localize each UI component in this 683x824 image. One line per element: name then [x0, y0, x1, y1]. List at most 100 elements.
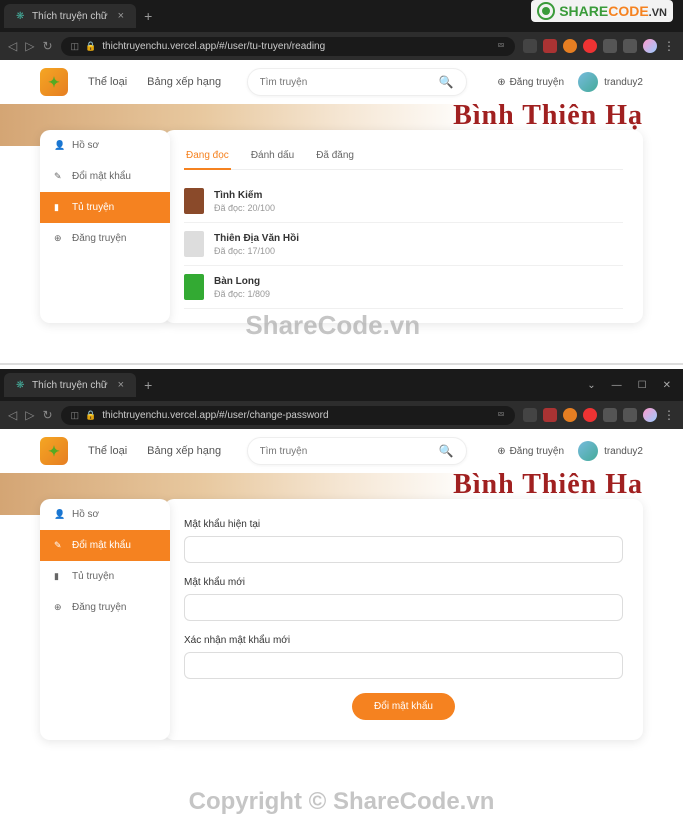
sidebar-item-password[interactable]: ✎Đổi mật khẩu — [40, 161, 170, 192]
search-icon[interactable]: 🔍 — [439, 75, 454, 89]
user-icon: 👤 — [54, 140, 64, 151]
sidebar-item-profile[interactable]: 👤Hồ sơ — [40, 130, 170, 161]
profile-icon[interactable] — [643, 408, 657, 422]
user-icon: 👤 — [54, 509, 64, 520]
browser-tab[interactable]: ❋ Thích truyện chữ × — [4, 373, 136, 397]
address-bar[interactable]: ◫ 🔒 thichtruyenchu.vercel.app/#/user/cha… — [61, 406, 515, 425]
watermark-logo: SHARECODE.VN — [531, 0, 673, 22]
new-password-input[interactable] — [184, 594, 623, 621]
extensions-menu-icon[interactable] — [623, 39, 637, 53]
sidebar-item-post[interactable]: ⊕Đăng truyện — [40, 223, 170, 254]
submit-button[interactable]: Đổi mật khẩu — [352, 693, 455, 720]
share-icon[interactable]: ⮹ — [497, 410, 505, 421]
book-icon: ▮ — [54, 202, 64, 213]
extension-icon[interactable] — [543, 39, 557, 53]
user-menu[interactable]: tranduy2 — [578, 72, 643, 92]
back-button[interactable]: ◁ — [8, 408, 17, 422]
search-input[interactable] — [260, 77, 439, 88]
menu-icon[interactable]: ⋮ — [663, 408, 675, 422]
favicon-icon: ❋ — [16, 11, 26, 21]
story-progress: Đã đọc: 1/809 — [214, 289, 623, 299]
post-story-link[interactable]: ⊕Đăng truyện — [497, 77, 564, 88]
story-progress: Đã đọc: 17/100 — [214, 246, 623, 256]
tab-title: Thích truyện chữ — [32, 11, 108, 22]
extension-icon[interactable] — [583, 39, 597, 53]
forward-button[interactable]: ▷ — [25, 39, 34, 53]
search-icon[interactable]: 🔍 — [439, 444, 454, 458]
extensions-menu-icon[interactable] — [623, 408, 637, 422]
sidebar-item-bookshelf[interactable]: ▮Tủ truyện — [40, 561, 170, 592]
nav-rankings[interactable]: Bảng xếp hạng — [147, 445, 221, 457]
extension-icon[interactable] — [563, 39, 577, 53]
main-panel: Đang đọc Đánh dấu Đã đăng Tình Kiếm Đã đ… — [164, 130, 643, 323]
extension-icon[interactable] — [523, 408, 537, 422]
story-title: Bàn Long — [214, 276, 623, 287]
extension-icon[interactable] — [523, 39, 537, 53]
sidebar-item-post[interactable]: ⊕Đăng truyện — [40, 592, 170, 623]
address-bar[interactable]: ◫ 🔒 thichtruyenchu.vercel.app/#/user/tu-… — [61, 37, 515, 56]
forward-button[interactable]: ▷ — [25, 408, 34, 422]
new-tab-button[interactable]: + — [144, 8, 152, 24]
menu-icon[interactable]: ⋮ — [663, 39, 675, 53]
browser-tab[interactable]: ❋ Thích truyện chữ × — [4, 4, 136, 28]
extension-icon[interactable] — [563, 408, 577, 422]
browser-toolbar: ◁ ▷ ↻ ◫ 🔒 thichtruyenchu.vercel.app/#/us… — [0, 401, 683, 429]
url-text: thichtruyenchu.vercel.app/#/user/tu-truy… — [102, 41, 491, 52]
tab-posted[interactable]: Đã đăng — [314, 144, 356, 169]
search-box[interactable]: 🔍 — [247, 68, 467, 96]
sidebar-item-bookshelf[interactable]: ▮Tủ truyện — [40, 192, 170, 223]
story-row[interactable]: Thiên Địa Văn Hồi Đã đọc: 17/100 — [184, 223, 623, 266]
pencil-icon: ✎ — [54, 171, 64, 182]
extension-icon[interactable] — [583, 408, 597, 422]
nav-categories[interactable]: Thể loại — [88, 445, 127, 457]
nav-categories[interactable]: Thể loại — [88, 76, 127, 88]
tab-bookmarked[interactable]: Đánh dấu — [249, 144, 296, 169]
screenshot-password: ❋ Thích truyện chữ × + ⌄ — ☐ ✕ ◁ ▷ ↻ ◫ 🔒… — [0, 363, 683, 770]
profile-icon[interactable] — [643, 39, 657, 53]
lock-icon: 🔒 — [85, 41, 96, 52]
label-current-password: Mật khẩu hiện tại — [184, 519, 623, 530]
pencil-icon: ✎ — [54, 540, 64, 551]
sidebar-item-profile[interactable]: 👤Hồ sơ — [40, 499, 170, 530]
book-icon: ▮ — [54, 571, 64, 582]
search-box[interactable]: 🔍 — [247, 437, 467, 465]
label-confirm-password: Xác nhận mật khẩu mới — [184, 635, 623, 646]
confirm-password-input[interactable] — [184, 652, 623, 679]
reload-button[interactable]: ↻ — [42, 408, 52, 422]
sidebar-item-password[interactable]: ✎Đổi mật khẩu — [40, 530, 170, 561]
nav-rankings[interactable]: Bảng xếp hạng — [147, 76, 221, 88]
post-story-link[interactable]: ⊕Đăng truyện — [497, 446, 564, 457]
upload-icon: ⊕ — [54, 602, 64, 613]
arc-icon[interactable]: ⌄ — [583, 378, 599, 393]
site-info-icon[interactable]: ◫ — [71, 41, 80, 52]
story-thumbnail — [184, 274, 204, 300]
close-tab-icon[interactable]: × — [118, 379, 124, 391]
site-logo[interactable]: ✦ — [40, 437, 68, 465]
site-info-icon[interactable]: ◫ — [71, 410, 80, 421]
current-password-input[interactable] — [184, 536, 623, 563]
sidebar: 👤Hồ sơ ✎Đổi mật khẩu ▮Tủ truyện ⊕Đăng tr… — [40, 130, 170, 323]
lock-icon: 🔒 — [85, 410, 96, 421]
story-progress: Đã đọc: 20/100 — [214, 203, 623, 213]
close-tab-icon[interactable]: × — [118, 10, 124, 22]
maximize-icon[interactable]: ☐ — [634, 378, 651, 393]
story-row[interactable]: Bàn Long Đã đọc: 1/809 — [184, 266, 623, 309]
close-icon[interactable]: ✕ — [659, 378, 675, 393]
extension-icon[interactable] — [603, 39, 617, 53]
back-button[interactable]: ◁ — [8, 39, 17, 53]
story-row[interactable]: Tình Kiếm Đã đọc: 20/100 — [184, 180, 623, 223]
browser-titlebar: ❋ Thích truyện chữ × + ⌄ — ☐ ✕ — [0, 369, 683, 401]
extension-icon[interactable] — [543, 408, 557, 422]
browser-toolbar: ◁ ▷ ↻ ◫ 🔒 thichtruyenchu.vercel.app/#/us… — [0, 32, 683, 60]
site-logo[interactable]: ✦ — [40, 68, 68, 96]
share-icon[interactable]: ⮹ — [497, 41, 505, 52]
label-new-password: Mật khẩu mới — [184, 577, 623, 588]
tab-reading[interactable]: Đang đọc — [184, 144, 231, 169]
user-menu[interactable]: tranduy2 — [578, 441, 643, 461]
new-tab-button[interactable]: + — [144, 377, 152, 393]
username: tranduy2 — [604, 446, 643, 457]
extension-icon[interactable] — [603, 408, 617, 422]
reload-button[interactable]: ↻ — [42, 39, 52, 53]
search-input[interactable] — [260, 446, 439, 457]
minimize-icon[interactable]: — — [608, 378, 626, 393]
